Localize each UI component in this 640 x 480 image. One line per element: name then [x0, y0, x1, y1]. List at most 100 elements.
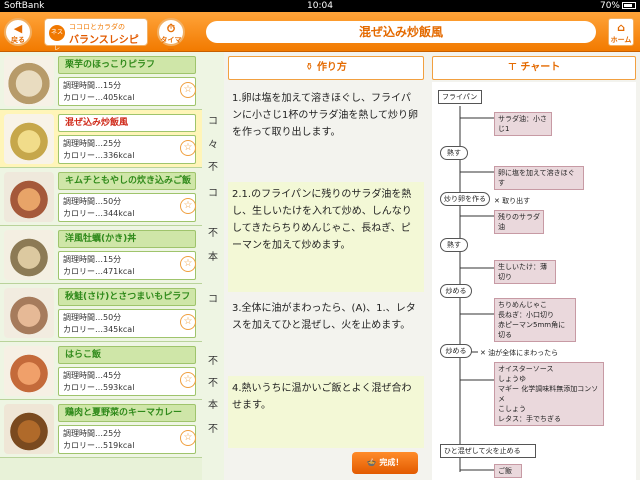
recipe-info: 調理時間…45分カロリー…593kcal	[58, 367, 196, 396]
recipe-thumbnail	[4, 346, 54, 396]
recipe-name: 混ぜ込み炒飯風	[58, 114, 196, 132]
recipe-info: 調理時間…50分カロリー…345kcal	[58, 309, 196, 338]
method-heading-label: 作り方	[316, 62, 347, 73]
flow-node-pan: フライパン	[438, 90, 482, 104]
recipe-thumbnail	[4, 288, 54, 338]
recipe-name: はらこ飯	[58, 346, 196, 364]
recipe-thumbnail	[4, 172, 54, 222]
recipe-calories: カロリー…471kcal	[63, 267, 135, 276]
strip-char: コ	[208, 294, 218, 305]
strip-char: 不	[208, 378, 218, 389]
flow-step-make-egg: 炒り卵を作る	[440, 192, 490, 206]
strip-char: 々	[208, 140, 218, 151]
app-logo: ネスレ ココロとカラダの バランスレシピ	[44, 18, 148, 52]
recipe-time: 調理時間…50分	[63, 197, 122, 206]
recipe-item[interactable]: キムチともやしの炊き込みご飯 調理時間…50分 カロリー…344kcal ☆	[0, 168, 202, 226]
clock: 10:04	[307, 1, 333, 11]
strip-char: 不	[208, 356, 218, 367]
back-button[interactable]: ◀ 戻る	[4, 18, 32, 46]
flow-step-mix-off: ひと混ぜして火を止める	[440, 444, 536, 458]
flow-note-oil: ✕ 油が全体にまわったら	[480, 349, 559, 357]
recipe-item[interactable]: 鶏肉と夏野菜のキーマカレー 調理時間…25分カロリー…519kcal ☆	[0, 400, 202, 458]
favorite-star-icon[interactable]: ☆	[180, 82, 196, 98]
recipe-time: 調理時間…25分	[63, 429, 122, 438]
strip-char: 不	[208, 228, 218, 239]
strip-char: 本	[208, 400, 218, 411]
strip-char: コ	[208, 188, 218, 199]
flow-step-stirfry-2: 炒める	[440, 344, 472, 358]
flow-step-heat: 熱す	[440, 146, 468, 160]
flowchart-icon: ⊤	[507, 62, 517, 73]
recipe-info: 調理時間…15分カロリー…405kcal	[58, 77, 196, 106]
done-label: 完成！	[379, 458, 404, 467]
recipe-thumbnail	[4, 404, 54, 454]
recipe-time: 調理時間…15分	[63, 81, 122, 90]
recipe-thumbnail	[4, 230, 54, 280]
recipe-thumbnail	[4, 114, 54, 164]
chart-heading-label: チャート	[520, 62, 561, 73]
chart-heading: ⊤ チャート	[432, 56, 636, 80]
back-arrow-icon: ◀	[13, 22, 23, 35]
method-step-3: 3.全体に油がまわったら、(A)、1.、レタスを加えてひと混ぜし、火を止めます。	[232, 303, 416, 331]
recipe-info: 調理時間…15分カロリー…471kcal	[58, 251, 196, 280]
flow-ingredient-egg: 卵に塩を加えて溶きほぐす	[494, 166, 584, 190]
favorite-star-icon[interactable]: ☆	[180, 256, 196, 272]
battery-indicator: 70%	[600, 0, 636, 12]
recipe-calories: カロリー…519kcal	[63, 441, 135, 450]
battery-icon	[622, 2, 636, 9]
recipe-item[interactable]: はらこ飯 調理時間…45分カロリー…593kcal ☆	[0, 342, 202, 400]
timer-button[interactable]: ⏱ タイマー	[157, 18, 185, 54]
recipe-name: 洋風牡蠣(かき)丼	[58, 230, 196, 248]
recipe-calories: カロリー…336kcal	[63, 151, 135, 160]
recipe-thumbnail	[4, 56, 54, 106]
favorite-star-icon[interactable]: ☆	[180, 314, 196, 330]
method-step-1: 1.卵は塩を加えて溶きほぐし、フライパンに小さじ1杯のサラダ油を熱して炒り卵を作…	[232, 93, 419, 138]
back-label: 戻る	[11, 36, 25, 44]
method-step-4: 4.熱いうちに温かいご飯とよく混ぜ合わせます。	[228, 376, 424, 448]
recipe-info: 調理時間…25分カロリー…519kcal	[58, 425, 196, 454]
recipe-name: 栗芋のほっこりピラフ	[58, 56, 196, 74]
mortar-icon: ⚱	[305, 62, 314, 73]
favorite-star-icon[interactable]: ☆	[180, 372, 196, 388]
recipe-item[interactable]: 栗芋のほっこりピラフ 調理時間…15分カロリー…405kcal ☆	[0, 52, 202, 110]
flow-ingredient-rice: ご飯	[494, 464, 522, 478]
logo-title: バランスレシピ	[69, 35, 139, 46]
done-button[interactable]: 🍲 完成！	[352, 452, 418, 474]
recipe-calories: カロリー…405kcal	[63, 93, 135, 102]
flow-step-heat-2: 熱す	[440, 238, 468, 252]
favorite-star-icon[interactable]: ☆	[180, 430, 196, 446]
flow-ingredient-shiitake: 生しいたけ：薄切り	[494, 260, 556, 284]
recipe-time: 調理時間…50分	[63, 313, 122, 322]
recipe-name: キムチともやしの炊き込みご飯	[58, 172, 196, 190]
cooking-flowchart: フライパン サラダ油：小さじ1 熱す 卵に塩を加えて溶きほぐす 炒り卵を作る ✕…	[432, 82, 636, 480]
recipe-time: 調理時間…15分	[63, 255, 122, 264]
recipe-calories: カロリー…593kcal	[63, 383, 135, 392]
nestle-logo-icon: ネスレ	[49, 25, 65, 52]
flow-ingredient-sauce: オイスターソース しょうゆ マギー 化学調味料無添加コンソメ こしょう レタス：…	[494, 362, 604, 426]
dish-icon: 🍲	[366, 458, 377, 467]
ingredient-strip: コ 々 不 コ 不 本 コ 不 不 本 不	[202, 52, 224, 480]
home-button[interactable]: ⌂ ホーム	[608, 18, 634, 46]
recipe-list[interactable]: 栗芋のほっこりピラフ 調理時間…15分 カロリー…405kcal ☆ 混ぜ込み炒飯…	[0, 52, 202, 480]
recipe-item[interactable]: 秋鮭(さけ)とさつまいもピラフ 調理時間…50分カロリー…345kcal ☆	[0, 284, 202, 342]
strip-char: 不	[208, 424, 218, 435]
timer-icon: ⏱	[166, 22, 176, 35]
strip-char: 不	[208, 162, 218, 173]
battery-percent: 70%	[599, 1, 620, 11]
favorite-star-icon[interactable]: ☆	[180, 140, 196, 156]
recipe-item-selected[interactable]: 混ぜ込み炒飯風 調理時間…25分 カロリー…336kcal ☆	[0, 110, 202, 168]
recipe-calories: カロリー…345kcal	[63, 325, 135, 334]
recipe-info: 調理時間…25分 カロリー…336kcal	[58, 135, 196, 164]
recipe-name: 鶏肉と夏野菜のキーマカレー	[58, 404, 196, 422]
app-header: ◀ 戻る ネスレ ココロとカラダの バランスレシピ ⏱ タイマー 混ぜ込み炒飯風…	[0, 12, 640, 54]
flow-ingredient-oil-rest: 残りのサラダ油	[494, 210, 544, 234]
recipe-item[interactable]: 洋風牡蠣(かき)丼 調理時間…15分カロリー…471kcal ☆	[0, 226, 202, 284]
recipe-info: 調理時間…50分 カロリー…344kcal	[58, 193, 196, 222]
recipe-time: 調理時間…45分	[63, 371, 122, 380]
favorite-star-icon[interactable]: ☆	[180, 198, 196, 214]
recipe-name: 秋鮭(さけ)とさつまいもピラフ	[58, 288, 196, 306]
page-title: 混ぜ込み炒飯風	[206, 21, 596, 43]
flow-ingredient-oil: サラダ油：小さじ1	[494, 112, 552, 136]
home-icon: ⌂	[617, 21, 625, 34]
method-step-2: 2.1.のフライパンに残りのサラダ油を熱し、生しいたけを入れて炒め、しんなりして…	[228, 182, 424, 292]
